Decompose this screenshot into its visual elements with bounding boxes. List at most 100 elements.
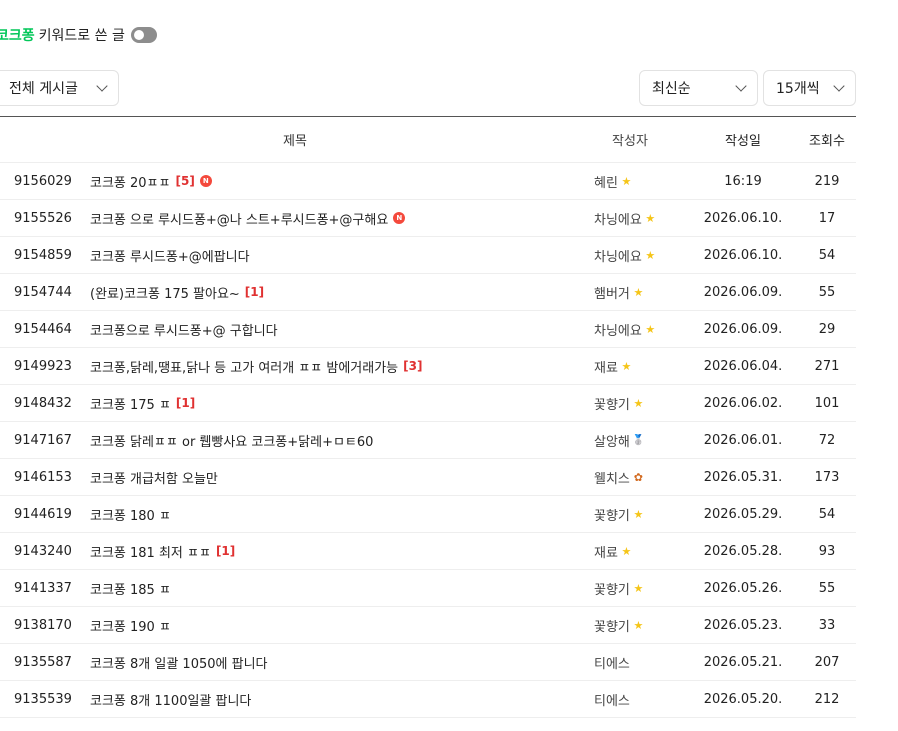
post-title-link[interactable]: 코크퐁,닭레,땡표,닭나 등 고가 여러개 ㅍㅍ 밤에거래가능 [90,357,398,376]
post-title-link[interactable]: 코크퐁 180 ㅍ [90,505,171,524]
post-title-link[interactable]: (완료)코크퐁 175 팔아요~ [90,283,240,302]
post-title-link[interactable]: 코크퐁 8개 일괄 1050에 팝니다 [90,653,267,672]
table-row: 9135539 코크퐁 8개 1100일괄 팝니다 티에스 2026.05.20. 21… [0,681,856,718]
post-views: 54 [818,506,836,522]
post-title-cell: 코크퐁 8개 일괄 1050에 팝니다 [90,653,592,672]
post-views: 207 [814,654,840,670]
comment-count[interactable]: [1] [245,285,264,299]
post-author-cell: 꽃향기 ★ [592,579,688,598]
comment-count[interactable]: [1] [216,544,235,558]
chevron-down-icon [735,80,747,92]
star-icon: ★ [633,285,644,299]
table-row: 9144619 코크퐁 180 ㅍ 꽃향기 ★ 2026.05.29. 54 [0,496,856,533]
post-title-link[interactable]: 코크퐁 개급처함 오늘만 [90,468,218,487]
post-author[interactable]: 꽃향기 [594,616,630,635]
post-author[interactable]: 햄버거 [594,283,630,302]
post-views: 55 [818,284,836,300]
comment-count[interactable]: [1] [176,396,195,410]
post-title-cell: 코크퐁 190 ㅍ [90,616,592,635]
post-author[interactable]: 티에스 [594,690,630,709]
post-author[interactable]: 살앙해 [594,431,630,450]
star-icon: ★ [645,211,656,225]
post-author[interactable]: 티에스 [594,653,630,672]
post-author[interactable]: 꽃향기 [594,505,630,524]
star-icon: ★ [633,581,644,595]
keyword-filter-label: 키워드로 쓴 글 [38,28,125,44]
post-views: 271 [814,358,840,374]
table-header: 제목 작성자 작성일 조회수 [0,117,856,163]
post-author-cell: 차닝에요 ★ [592,246,688,265]
post-title-link[interactable]: 코크퐁 8개 1100일괄 팝니다 [90,690,251,709]
post-author-cell: 웰치스 ✿ [592,468,688,487]
comment-count[interactable]: [5] [175,174,194,188]
toggle-knob [133,30,144,40]
post-date: 2026.05.23. [703,617,783,633]
post-title-cell: 코크퐁 루시드퐁+@에팝니다 [90,246,592,265]
post-date: 2026.06.01. [703,432,783,448]
table-row: 9135587 코크퐁 8개 일괄 1050에 팝니다 티에스 2026.05.21.… [0,644,856,681]
post-views: 17 [818,210,836,226]
post-title-link[interactable]: 코크퐁 175 ㅍ [90,394,171,413]
post-number: 9149923 [14,358,72,374]
star-icon: ★ [621,544,632,558]
table-row: 9154744 (완료)코크퐁 175 팔아요~ [1] 햄버거 ★ 2026.06.09… [0,274,856,311]
post-author-cell: 재료 ★ [592,357,688,376]
post-date: 2026.05.21. [703,654,783,670]
post-date: 2026.06.10. [703,210,783,226]
header-author: 작성자 [612,134,648,149]
medal-icon: 🥈 [632,434,645,446]
post-title-link[interactable]: 코크퐁 닭레ㅍㅍ or 뤱빵사요 코크퐁+닭레+ㅁㅌ60 [90,431,373,450]
post-author[interactable]: 혜린 [594,172,618,191]
post-number: 9135539 [14,691,72,707]
post-author-cell: 살앙해 🥈 [592,431,688,450]
post-title-cell: 코크퐁 20ㅍㅍ [5] N [90,172,592,191]
star-icon: ★ [633,396,644,410]
post-title-cell: 코크퐁 으로 루시드퐁+@나 스트+루시드퐁+@구해요 N [90,209,592,228]
post-title-link[interactable]: 코크퐁 181 최저 ㅍㅍ [90,542,211,561]
table-row: 9148432 코크퐁 175 ㅍ [1] 꽃향기 ★ 2026.06.02. 101 [0,385,856,422]
header-views: 조회수 [809,134,845,149]
post-table: 제목 작성자 작성일 조회수 9156029 코크퐁 20ㅍㅍ [5] N 혜린 ★ 16:… [0,116,856,718]
post-author-cell: 혜린 ★ [592,172,688,191]
post-date: 16:19 [724,173,762,189]
post-title-link[interactable]: 코크퐁 190 ㅍ [90,616,171,635]
post-date: 2026.06.04. [703,358,783,374]
post-author[interactable]: 꽃향기 [594,394,630,413]
new-icon: N [199,175,212,187]
post-title-link[interactable]: 코크퐁 루시드퐁+@에팝니다 [90,246,250,265]
post-author[interactable]: 차닝에요 [594,320,642,339]
post-number: 9154464 [14,321,72,337]
post-title-link[interactable]: 코크퐁 185 ㅍ [90,579,171,598]
post-title-cell: 코크퐁 185 ㅍ [90,579,592,598]
post-author[interactable]: 차닝에요 [594,246,642,265]
new-icon: N [393,212,406,224]
star-icon: ★ [621,359,632,373]
keyword-filter-bar: 코크퐁 키워드로 쓴 글 [0,24,157,46]
post-views: 93 [818,543,836,559]
post-title-link[interactable]: 코크퐁으로 루시드퐁+@ 구합니다 [90,320,278,339]
post-title-cell: 코크퐁 개급처함 오늘만 [90,468,592,487]
post-number: 9148432 [14,395,72,411]
post-title-cell: 코크퐁,닭레,땡표,닭나 등 고가 여러개 ㅍㅍ 밤에거래가능 [3] [90,357,592,376]
chevron-down-icon [833,80,845,92]
sort-order-select[interactable]: 최신순 [639,70,758,106]
post-date: 2026.06.02. [703,395,783,411]
page-size-value: 15개씩 [776,81,820,97]
post-author[interactable]: 차닝에요 [594,209,642,228]
keyword-filter-toggle[interactable] [130,27,157,43]
post-author[interactable]: 웰치스 [594,468,630,487]
post-author[interactable]: 꽃향기 [594,579,630,598]
post-author-cell: 햄버거 ★ [592,283,688,302]
post-date: 2026.05.29. [703,506,783,522]
post-author[interactable]: 재료 [594,542,618,561]
board-filter-select[interactable]: 전체 게시글 [0,70,119,106]
page-size-select[interactable]: 15개씩 [763,70,856,106]
post-title-link[interactable]: 코크퐁 으로 루시드퐁+@나 스트+루시드퐁+@구해요 [90,209,388,228]
comment-count[interactable]: [3] [403,359,422,373]
post-number: 9141337 [14,580,72,596]
table-row: 9154464 코크퐁으로 루시드퐁+@ 구합니다 차닝에요 ★ 2026.06.09.… [0,311,856,348]
post-author-cell: 티에스 [592,653,688,672]
post-author-cell: 차닝에요 ★ [592,209,688,228]
post-author[interactable]: 재료 [594,357,618,376]
post-title-link[interactable]: 코크퐁 20ㅍㅍ [90,172,170,191]
